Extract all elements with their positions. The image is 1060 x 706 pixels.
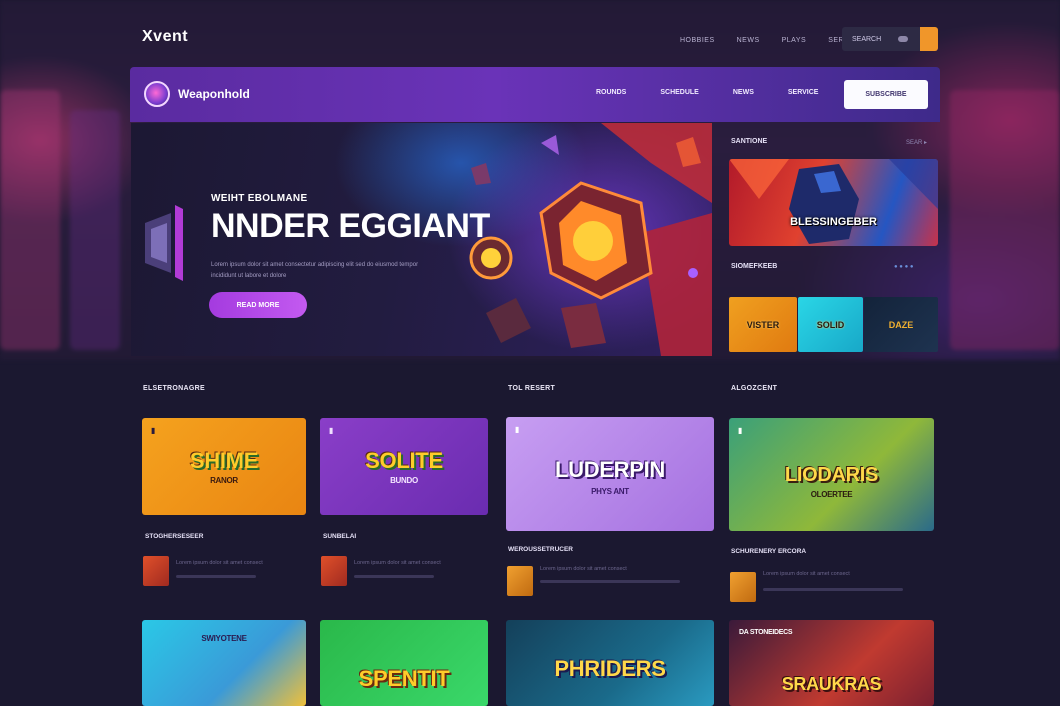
site-logo[interactable]: Xvent xyxy=(142,28,188,46)
site-header: Weaponhold ROUNDS SCHEDULE NEWS SERVICE … xyxy=(130,67,940,122)
search-box[interactable]: SEARCH xyxy=(842,27,938,51)
game-card[interactable]: ▮ SOLITE BUNDO xyxy=(320,418,488,515)
sidebar-subheading: SIOMEFKEEB xyxy=(731,263,778,270)
card-meta: Lorem ipsum dolor sit amet consect xyxy=(354,560,441,566)
card-meta: Lorem ipsum dolor sit amet consect xyxy=(540,566,627,572)
game-card[interactable]: ▮ SHIME RANOR xyxy=(142,418,306,515)
main-nav: ROUNDS SCHEDULE NEWS SERVICE xyxy=(596,89,818,96)
card-logo: SRAUKRAS xyxy=(781,674,882,694)
hero-description: Lorem ipsum dolor sit amet consectetur a… xyxy=(211,262,419,279)
card-logo: PHRIDERS xyxy=(554,656,666,681)
card-title[interactable]: WEROUSSETRUCER xyxy=(508,546,573,553)
card-top-label: DA STONEIDECS xyxy=(739,629,793,636)
meta-line xyxy=(540,580,680,583)
card-avatar xyxy=(321,556,347,586)
thumb-3-label: DAZE xyxy=(888,319,914,330)
outer-nav: HOBBIES NEWS PLAYS SERVICES xyxy=(680,37,867,44)
brand-icon[interactable] xyxy=(144,81,170,107)
card-meta: Lorem ipsum dolor sit amet consect xyxy=(763,571,850,577)
carousel-dots[interactable]: ● ● ● ● xyxy=(894,264,914,270)
outer-nav-item-hobbies[interactable]: HOBBIES xyxy=(680,37,715,44)
meta-line xyxy=(176,575,256,578)
card-logo: LUDERPIN xyxy=(554,457,666,482)
game-card[interactable]: DA STONEIDECS SRAUKRAS xyxy=(729,620,934,706)
meta-line xyxy=(763,588,903,591)
game-card[interactable]: SWIYOTENE xyxy=(142,620,306,706)
thumb-1-label: VISTER xyxy=(746,319,780,330)
card-logo: SWIYOTENE xyxy=(201,634,247,643)
card-logo: SHIME xyxy=(189,448,259,473)
card-title[interactable]: STOGHERSESEER xyxy=(145,533,203,540)
card-logo: LIODARIS xyxy=(784,464,879,486)
toggle-icon[interactable] xyxy=(898,36,908,42)
nav-item-rounds[interactable]: ROUNDS xyxy=(596,89,626,96)
card-badge: ▮ xyxy=(738,426,743,435)
read-more-button[interactable]: READ MORE xyxy=(209,292,307,318)
card-title[interactable]: SUNBELAI xyxy=(323,533,356,540)
card-sublogo: OLOERTEE xyxy=(810,490,853,499)
sidebar-heading: SANTIONE xyxy=(731,138,768,145)
featured-caption: BLESSINGEBER xyxy=(790,216,877,228)
search-go-button[interactable] xyxy=(920,27,938,51)
thumb-2-label: SOLID xyxy=(816,319,845,330)
featured-game-banner[interactable]: BLESSINGEBER xyxy=(729,159,938,246)
game-card[interactable]: ▮ LIODARIS OLOERTEE xyxy=(729,418,934,531)
search-label: SEARCH xyxy=(852,35,882,43)
nav-item-service[interactable]: SERVICE xyxy=(788,89,819,96)
game-card[interactable]: SPENTIT xyxy=(320,620,488,706)
nav-item-schedule[interactable]: SCHEDULE xyxy=(660,89,699,96)
card-sublogo: PHYS ANT xyxy=(591,487,629,496)
game-card[interactable]: PHRIDERS xyxy=(506,620,714,706)
card-sublogo: RANOR xyxy=(210,476,238,485)
subscribe-button[interactable]: SUBSCRIBE xyxy=(844,80,928,109)
outer-nav-item-news[interactable]: NEWS xyxy=(737,37,760,44)
meta-line xyxy=(354,575,434,578)
emblem-icon xyxy=(145,205,183,281)
card-badge: ▮ xyxy=(515,425,520,434)
sidebar-see-all-link[interactable]: SEAR ▸ xyxy=(906,139,927,146)
card-logo: SOLITE xyxy=(365,448,443,473)
card-badge: ▮ xyxy=(329,426,334,435)
card-avatar xyxy=(143,556,169,586)
sidebar-thumb-3[interactable]: DAZE xyxy=(864,297,938,352)
sidebar-thumb-1[interactable]: VISTER xyxy=(729,297,797,352)
featured-art xyxy=(729,159,938,244)
outer-nav-item-plays[interactable]: PLAYS xyxy=(782,37,807,44)
nav-item-news[interactable]: NEWS xyxy=(733,89,754,96)
section-heading-right: ALGOZCENT xyxy=(731,385,778,392)
card-meta: Lorem ipsum dolor sit amet consect xyxy=(176,560,263,566)
card-avatar xyxy=(507,566,533,596)
card-title[interactable]: SCHURENERY ERCORA xyxy=(731,548,806,555)
sidebar-thumb-2[interactable]: SOLID xyxy=(798,297,863,352)
hero-kicker: WEIHT EBOLMANE xyxy=(211,193,308,204)
card-badge: ▮ xyxy=(151,426,156,435)
hero-banner: WEIHT EBOLMANE NNDER EGGIANT Lorem ipsum… xyxy=(131,123,712,356)
card-sublogo: BUNDO xyxy=(390,476,418,485)
hero-artwork xyxy=(469,123,712,356)
section-heading-left: ELSETRONAGRE xyxy=(143,385,205,392)
card-avatar xyxy=(730,572,756,602)
brand-name[interactable]: Weaponhold xyxy=(178,87,250,101)
game-card[interactable]: ▮ LUDERPIN PHYS ANT xyxy=(506,417,714,531)
card-logo: SPENTIT xyxy=(358,666,450,691)
section-heading-middle: TOL RESERT xyxy=(508,385,556,392)
